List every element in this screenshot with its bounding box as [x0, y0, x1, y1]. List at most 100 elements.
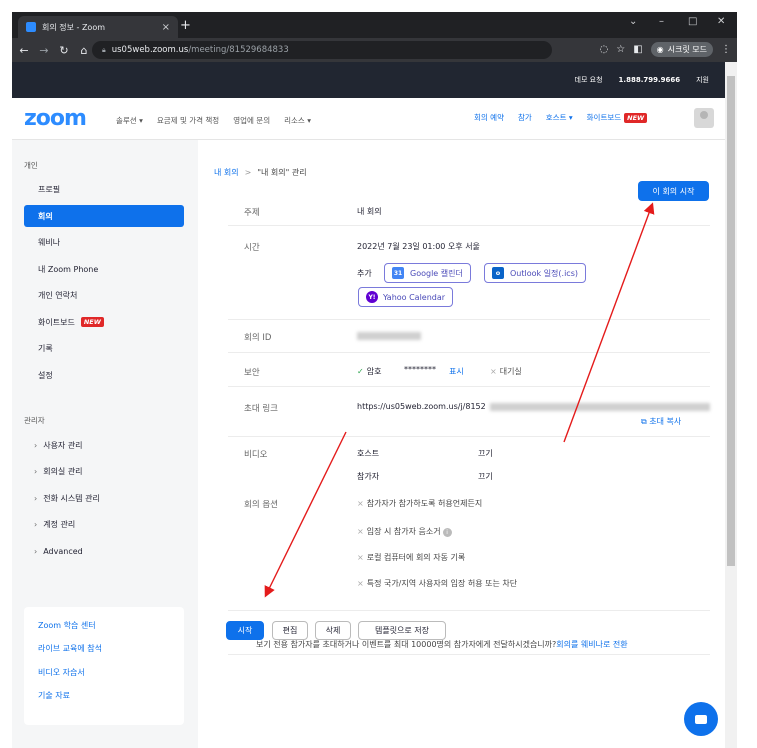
sidebar-item-zoom-phone[interactable]: 내 Zoom Phone	[24, 258, 184, 280]
copy-invitation-label: 초대 복사	[649, 417, 682, 426]
sidebar-section-personal: 개인	[24, 161, 38, 170]
save-as-template-button[interactable]: 템플릿으로 저장	[358, 621, 446, 640]
bookmark-star-icon[interactable]: ☆	[616, 44, 625, 55]
google-calendar-button[interactable]: 31 Google 캘린더	[384, 263, 471, 283]
sidebar-item-label: 내 Zoom Phone	[38, 264, 99, 274]
check-icon: ✓	[357, 367, 364, 376]
knowledge-base-link[interactable]: 기술 자료	[38, 690, 70, 701]
live-training-link[interactable]: 라이브 교육에 참석	[38, 643, 102, 654]
menu-kebab-icon[interactable]: ⋮	[721, 44, 731, 55]
close-window-button[interactable]: ✕	[717, 16, 725, 27]
breadcrumb-current: "내 회의" 관리	[257, 168, 307, 177]
tab-title: 회의 정보 - Zoom	[42, 22, 106, 32]
convert-to-webinar-link[interactable]: 회의를 웨비나로 전환	[556, 640, 627, 649]
browser-tab[interactable]: 회의 정보 - Zoom ×	[18, 16, 178, 38]
invite-link-value: https://us05web.zoom.us/j/8152	[357, 402, 486, 411]
waiting-room-row: × 대기실	[490, 366, 522, 377]
option-label: 특정 국가/지역 사용자의 입장 허용 또는 차단	[366, 579, 518, 588]
new-tab-button[interactable]: +	[180, 18, 191, 33]
time-label: 시간	[244, 243, 260, 253]
learning-resources-box: Zoom 학습 센터 라이브 교육에 참석 비디오 자습서 기술 자료	[24, 607, 184, 725]
breadcrumb: 내 회의 > "내 회의" 관리	[214, 167, 307, 178]
copy-invitation-button[interactable]: ⧉ 초대 복사	[641, 416, 681, 427]
nav-schedule-meeting[interactable]: 회의 예약	[474, 112, 504, 123]
sidebar-item-whiteboards[interactable]: 화이트보드 NEW	[24, 311, 184, 333]
maximize-button[interactable]: □	[688, 16, 697, 27]
nav-join[interactable]: 참가	[518, 112, 532, 123]
divider	[228, 436, 710, 437]
sidebar: 개인 프로필 회의 웨비나 내 Zoom Phone 개인 연락처 화이트보드 N…	[12, 140, 198, 748]
page-scrollbar[interactable]	[725, 62, 737, 748]
video-host-value: 끄기	[478, 449, 493, 458]
chevron-right-icon: ›	[34, 493, 38, 503]
option-region-block: × 특정 국가/지역 사용자의 입장 허용 또는 차단	[357, 578, 517, 589]
nav-solutions[interactable]: 솔루션 ▾	[116, 115, 143, 126]
invite-link-label: 초대 링크	[244, 404, 278, 414]
sidebar-item-label: 웨비나	[38, 237, 61, 247]
start-this-meeting-button[interactable]: 이 회의 시작	[638, 181, 709, 201]
zoom-logo[interactable]: zoom	[24, 106, 87, 131]
eye-off-icon[interactable]: ◌	[600, 44, 609, 55]
sidebar-item-settings[interactable]: 설정	[24, 364, 184, 386]
sidebar-item-profile[interactable]: 프로필	[24, 178, 184, 200]
meeting-options-label: 회의 옵션	[244, 500, 278, 510]
video-label: 비디오	[244, 450, 268, 460]
incognito-badge[interactable]: ◉ 시크릿 모드	[650, 42, 713, 57]
option-join-anytime: × 참가자가 참가하도록 허용언제든지	[357, 498, 482, 509]
sidebar-item-label: 화이트보드	[38, 317, 75, 327]
support-link[interactable]: 지원	[696, 75, 709, 85]
sidebar-item-user-management[interactable]: › 사용자 관리	[24, 434, 184, 456]
forward-arrow-icon[interactable]: →	[36, 44, 52, 57]
x-icon: ×	[357, 527, 364, 536]
delete-button[interactable]: 삭제	[315, 621, 351, 640]
tab-search-icon[interactable]: ⌄	[629, 16, 637, 27]
chat-support-button[interactable]	[684, 702, 718, 736]
sidebar-item-room-management[interactable]: › 회의실 관리	[24, 460, 184, 482]
breadcrumb-my-meetings[interactable]: 내 회의	[214, 168, 239, 177]
scrollbar-thumb[interactable]	[727, 76, 735, 566]
learn-center-link[interactable]: Zoom 학습 센터	[38, 620, 96, 631]
sidebar-item-advanced[interactable]: › Advanced	[24, 540, 184, 562]
divider	[228, 319, 710, 320]
nav-pricing[interactable]: 요금제 및 가격 책정	[157, 115, 219, 126]
sidebar-item-phone-system[interactable]: › 전화 시스템 관리	[24, 487, 184, 509]
outlook-calendar-button[interactable]: o Outlook 일정(.ics)	[484, 263, 586, 283]
chevron-right-icon: ›	[34, 466, 38, 476]
video-host-label: 호스트	[357, 449, 380, 458]
passcode-label: 암호	[366, 367, 382, 376]
sidebar-item-account-management[interactable]: › 계정 관리	[24, 513, 184, 535]
sidebar-item-recordings[interactable]: 기록	[24, 337, 184, 359]
info-icon[interactable]: i	[442, 528, 452, 537]
home-icon[interactable]: ⌂	[76, 44, 92, 57]
edit-button[interactable]: 편집	[272, 621, 308, 640]
reload-icon[interactable]: ↻	[56, 44, 72, 57]
show-passcode-link[interactable]: 표시	[449, 366, 464, 377]
sidebar-item-contacts[interactable]: 개인 연락처	[24, 284, 184, 306]
video-participant-value: 끄기	[478, 472, 493, 481]
x-icon: ×	[357, 499, 364, 508]
nav-resources[interactable]: 리소스 ▾	[284, 115, 311, 126]
divider	[228, 352, 710, 353]
sidebar-item-webinars[interactable]: 웨비나	[24, 231, 184, 253]
minimize-button[interactable]: –	[659, 16, 664, 27]
option-label: 입장 시 참가자 음소거	[366, 527, 441, 536]
side-panel-icon[interactable]: ◧	[633, 44, 642, 55]
sidebar-item-label: Advanced	[43, 546, 83, 556]
start-button[interactable]: 시작	[226, 621, 264, 640]
tab-bar: 회의 정보 - Zoom × + ⌄ – □ ✕	[12, 12, 737, 38]
avatar[interactable]	[694, 108, 714, 128]
nav-host[interactable]: 호스트 ▾	[546, 112, 573, 123]
address-bar[interactable]: 🔒︎ us05web.zoom.us/meeting/81529684833	[92, 41, 552, 59]
google-calendar-icon: 31	[392, 267, 404, 279]
google-calendar-label: Google 캘린더	[410, 268, 463, 278]
sidebar-item-meetings[interactable]: 회의	[24, 205, 184, 227]
nav-contact-sales[interactable]: 영업에 문의	[233, 115, 270, 126]
request-demo-link[interactable]: 데모 요청	[575, 75, 603, 85]
back-arrow-icon[interactable]: ←	[16, 44, 32, 57]
yahoo-calendar-button[interactable]: Y! Yahoo Calendar	[358, 287, 454, 307]
nav-whiteboard[interactable]: 화이트보드 NEW	[587, 112, 648, 123]
right-nav: 회의 예약 참가 호스트 ▾ 화이트보드 NEW	[474, 112, 648, 123]
tab-close-icon[interactable]: ×	[162, 22, 170, 33]
video-tutorials-link[interactable]: 비디오 자습서	[38, 667, 85, 678]
divider	[228, 610, 710, 611]
